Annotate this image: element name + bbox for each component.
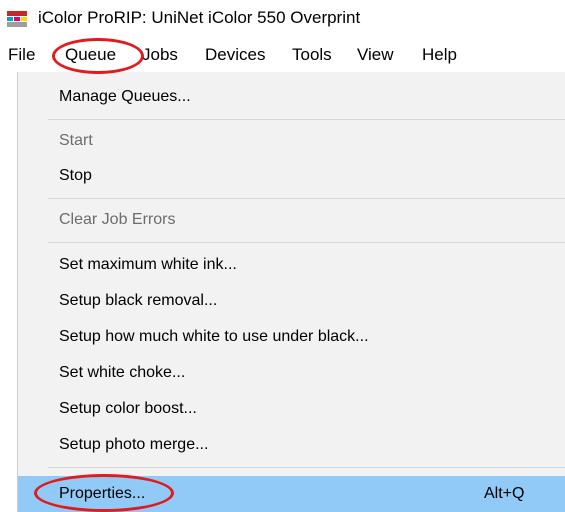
menu-item-setup-color-boost[interactable]: Setup color boost... <box>59 399 197 419</box>
menu-item-set-max-white-ink[interactable]: Set maximum white ink... <box>59 255 237 275</box>
window-title: iColor ProRIP: UniNet iColor 550 Overpri… <box>38 8 361 27</box>
dropdown-border <box>17 72 18 512</box>
menu-separator <box>48 119 565 120</box>
menu-separator <box>48 242 565 243</box>
menu-jobs[interactable]: Jobs <box>142 45 178 65</box>
menu-view[interactable]: View <box>357 45 394 65</box>
menu-item-manage-queues[interactable]: Manage Queues... <box>59 87 191 107</box>
menu-tools[interactable]: Tools <box>292 45 332 65</box>
properties-shortcut: Alt+Q <box>484 485 525 502</box>
menu-item-setup-photo-merge[interactable]: Setup photo merge... <box>59 435 208 455</box>
menu-item-clear-job-errors[interactable]: Clear Job Errors <box>59 210 175 230</box>
menu-item-stop[interactable]: Stop <box>59 166 92 186</box>
app-icon <box>6 10 28 28</box>
menu-file[interactable]: File <box>8 45 35 65</box>
menu-separator <box>48 198 565 199</box>
menu-item-setup-black-removal[interactable]: Setup black removal... <box>59 291 217 311</box>
menu-item-setup-white-under-black[interactable]: Setup how much white to use under black.… <box>59 327 369 347</box>
annotation-circle-properties <box>34 474 174 512</box>
menu-devices[interactable]: Devices <box>205 45 265 65</box>
menu-help[interactable]: Help <box>422 45 457 65</box>
menu-item-set-white-choke[interactable]: Set white choke... <box>59 363 185 383</box>
menu-item-start[interactable]: Start <box>59 131 93 151</box>
title-bar: iColor ProRIP: UniNet iColor 550 Overpri… <box>0 0 565 36</box>
menu-separator <box>48 467 565 468</box>
annotation-circle-queue <box>52 38 144 74</box>
